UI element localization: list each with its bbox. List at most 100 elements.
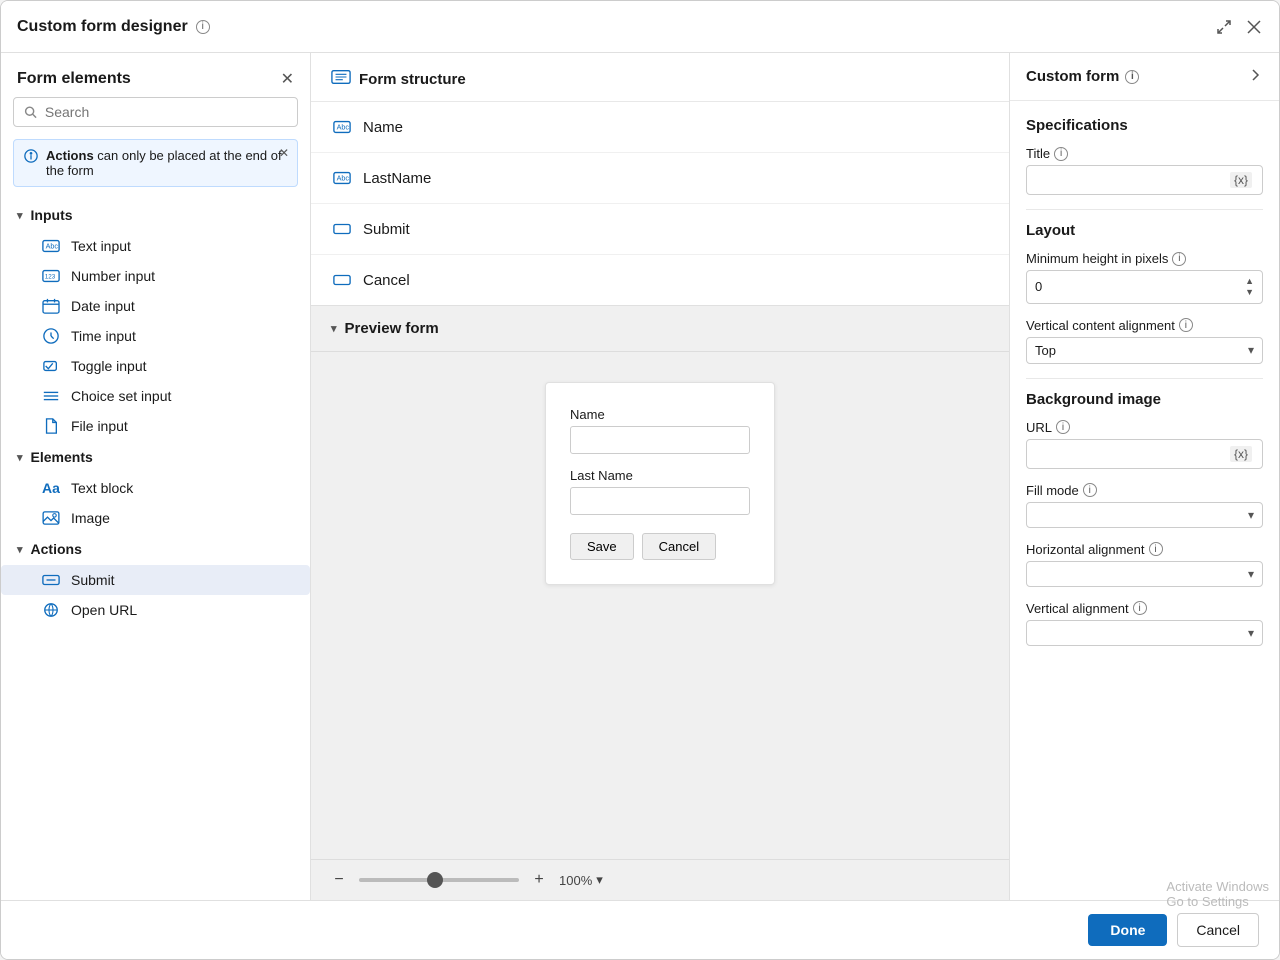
left-panel-close-icon[interactable]: ✕ [281, 69, 294, 89]
preview-lastname-label: Last Name [570, 468, 750, 483]
min-height-value: 0 [1035, 279, 1042, 294]
url-expr-btn[interactable]: {x} [1230, 446, 1252, 462]
list-item-date-input[interactable]: Date input [1, 291, 310, 321]
url-field-input[interactable]: {x} [1026, 439, 1263, 469]
close-icon[interactable] [1245, 18, 1263, 36]
vertical-bg-alignment-select[interactable]: ▾ [1026, 620, 1263, 646]
preview-card: Name Last Name Save Cancel [545, 382, 775, 585]
horizontal-alignment-select[interactable]: ▾ [1026, 561, 1263, 587]
name-row-label: Name [363, 119, 403, 136]
list-item-number-input[interactable]: 123 Number input [1, 261, 310, 291]
title-field-label: Title i [1026, 146, 1263, 161]
preview-save-btn[interactable]: Save [570, 533, 634, 560]
info-banner: Actions can only be placed at the end of… [13, 139, 298, 187]
fill-mode-chevron-icon: ▾ [1248, 508, 1254, 522]
right-panel-expand-icon[interactable] [1247, 67, 1263, 86]
vertical-alignment-select[interactable]: Top ▾ [1026, 337, 1263, 364]
spinner-up-btn[interactable]: ▲ [1245, 276, 1254, 287]
horiz-align-chevron-icon: ▾ [1248, 567, 1254, 581]
title-bar-right [1215, 18, 1263, 36]
list-item-text-input[interactable]: Abc Text input [1, 231, 310, 261]
zoom-value: 100% ▾ [559, 872, 603, 888]
file-input-icon [41, 418, 61, 434]
vert-bg-align-info-icon[interactable]: i [1133, 601, 1147, 615]
info-banner-close-icon[interactable]: ✕ [279, 146, 289, 160]
list-item-toggle-input[interactable]: Toggle input [1, 351, 310, 381]
form-row-name[interactable]: Abc Name [311, 102, 1009, 153]
image-label: Image [71, 510, 110, 526]
window-title: Custom form designer [17, 18, 188, 36]
inputs-label: Inputs [31, 207, 73, 223]
zoom-in-btn[interactable]: + [527, 868, 551, 892]
text-input-icon: Abc [41, 238, 61, 254]
horizontal-alignment-label: Horizontal alignment i [1026, 542, 1263, 557]
main-window: Custom form designer i Form elements ✕ [0, 0, 1280, 960]
section-elements[interactable]: ▾ Elements [1, 441, 310, 473]
open-url-label: Open URL [71, 602, 137, 618]
cancel-bottom-button[interactable]: Cancel [1177, 913, 1259, 947]
list-item-file-input[interactable]: File input [1, 411, 310, 441]
zoom-slider[interactable] [359, 878, 519, 882]
section-actions[interactable]: ▾ Actions [1, 533, 310, 565]
done-button[interactable]: Done [1088, 914, 1167, 946]
main-area: Form elements ✕ Actions can only be plac… [1, 53, 1279, 900]
text-block-icon: Aa [41, 480, 61, 496]
spinner-arrows: ▲ ▼ [1245, 276, 1254, 298]
form-row-lastname[interactable]: Abc LastName [311, 153, 1009, 204]
submit-label: Submit [71, 572, 115, 588]
left-panel-header: Form elements ✕ [1, 53, 310, 97]
name-row-icon: Abc [331, 116, 353, 138]
preview-lastname-input[interactable] [570, 487, 750, 515]
fill-mode-info-icon[interactable]: i [1083, 483, 1097, 497]
fill-mode-select[interactable]: ▾ [1026, 502, 1263, 528]
search-box[interactable] [13, 97, 298, 127]
preview-header[interactable]: ▾ Preview form [311, 306, 1009, 352]
right-panel-content: Specifications Title i {x} Layout Minimu… [1010, 101, 1279, 900]
open-url-icon [41, 602, 61, 618]
list-item-image[interactable]: Image [1, 503, 310, 533]
form-row-cancel[interactable]: Cancel [311, 255, 1009, 305]
list-item-time-input[interactable]: Time input [1, 321, 310, 351]
toggle-input-label: Toggle input [71, 358, 147, 374]
min-height-info-icon[interactable]: i [1172, 252, 1186, 266]
elements-label: Elements [31, 449, 93, 465]
actions-label: Actions [31, 541, 82, 557]
elements-chevron-icon: ▾ [17, 451, 23, 464]
form-row-submit[interactable]: Submit [311, 204, 1009, 255]
preview-cancel-btn[interactable]: Cancel [642, 533, 716, 560]
preview-name-input[interactable] [570, 426, 750, 454]
horiz-align-info-icon[interactable]: i [1149, 542, 1163, 556]
list-item-open-url[interactable]: Open URL [1, 595, 310, 625]
url-info-icon[interactable]: i [1056, 420, 1070, 434]
vert-align-chevron-icon: ▾ [1248, 343, 1254, 357]
lastname-row-icon: Abc [331, 167, 353, 189]
vertical-bg-alignment-label: Vertical alignment i [1026, 601, 1263, 616]
right-panel: Custom form i Specifications Title i {x} [1009, 53, 1279, 900]
list-item-choice-set[interactable]: Choice set input [1, 381, 310, 411]
min-height-spinner[interactable]: 0 ▲ ▼ [1026, 270, 1263, 304]
title-field-input[interactable]: {x} [1026, 165, 1263, 195]
divider-1 [1026, 209, 1263, 210]
date-input-label: Date input [71, 298, 135, 314]
title-info-icon[interactable]: i [1054, 147, 1068, 161]
list-item-text-block[interactable]: Aa Text block [1, 473, 310, 503]
search-input[interactable] [45, 104, 287, 120]
expand-icon[interactable] [1215, 18, 1233, 36]
section-inputs[interactable]: ▾ Inputs [1, 199, 310, 231]
zoom-bar: − + 100% ▾ [311, 859, 1009, 900]
zoom-out-btn[interactable]: − [327, 868, 351, 892]
right-panel-info-icon[interactable]: i [1125, 70, 1139, 84]
form-structure-header: Form structure [311, 53, 1009, 102]
vert-align-info-icon[interactable]: i [1179, 318, 1193, 332]
time-input-icon [41, 328, 61, 344]
title-info-icon[interactable]: i [196, 20, 210, 34]
toggle-input-icon [41, 358, 61, 374]
lastname-row-label: LastName [363, 170, 431, 187]
title-input[interactable] [1037, 173, 1230, 188]
spinner-down-btn[interactable]: ▼ [1245, 287, 1254, 298]
list-item-submit[interactable]: Submit [1, 565, 310, 595]
number-input-icon: 123 [41, 268, 61, 284]
url-input[interactable] [1037, 446, 1230, 461]
title-expr-btn[interactable]: {x} [1230, 172, 1252, 188]
zoom-chevron-icon[interactable]: ▾ [596, 872, 603, 888]
